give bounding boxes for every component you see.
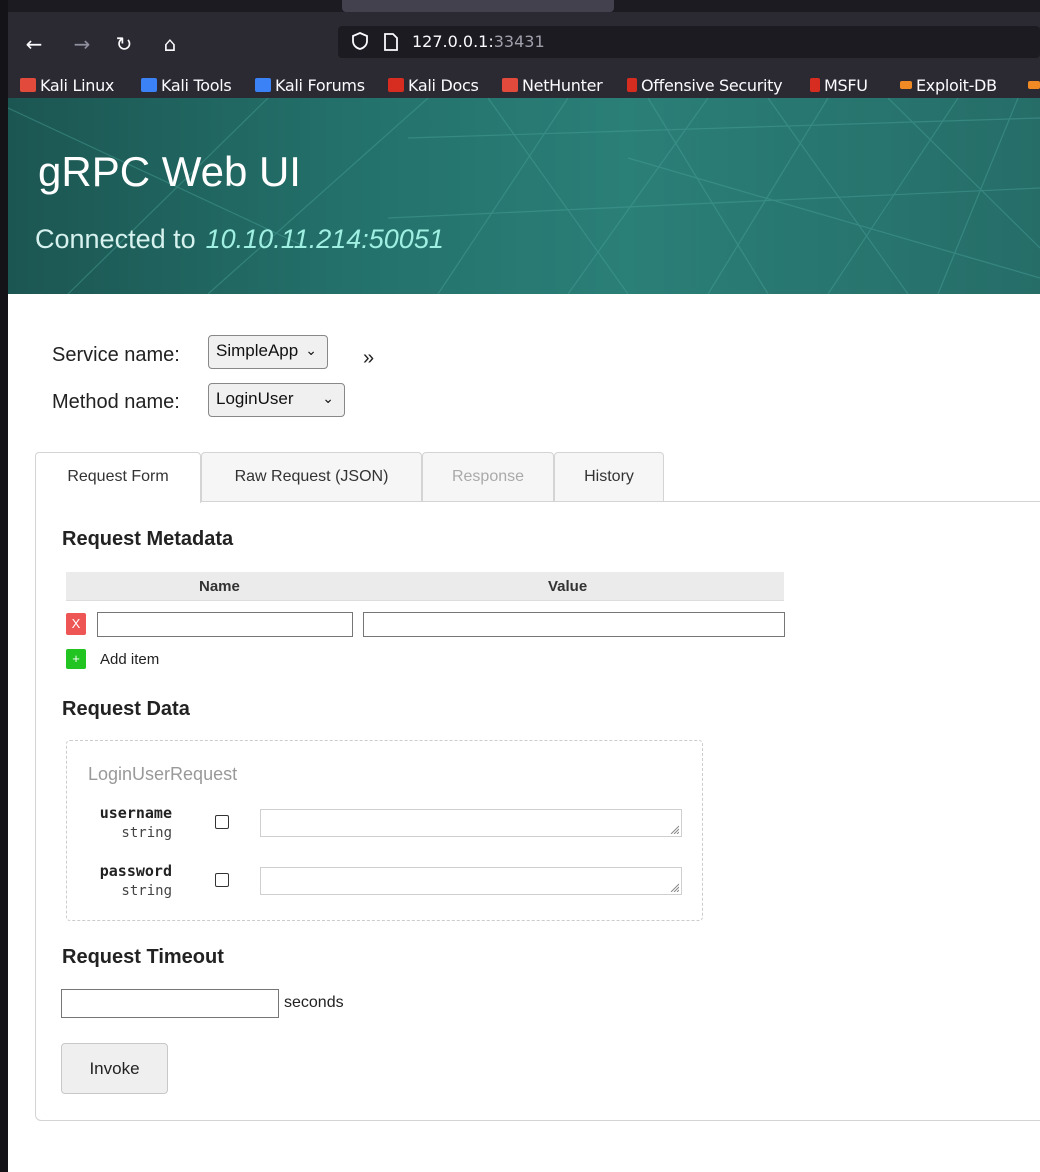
- url-bar[interactable]: 127.0.0.1:33431: [338, 26, 1040, 58]
- service-value: SimpleApp: [216, 341, 299, 360]
- tab-history[interactable]: History: [554, 452, 664, 501]
- metadata-value-input[interactable]: [363, 612, 785, 637]
- header-banner: gRPC Web UI Connected to 10.10.11.214:500…: [8, 98, 1040, 294]
- column-value-header: Value: [548, 578, 588, 595]
- password-textarea[interactable]: [260, 867, 682, 895]
- forward-arrow-icon[interactable]: →: [68, 30, 96, 58]
- field-password-type: string: [121, 883, 172, 899]
- bookmark-overflow-icon[interactable]: [1028, 76, 1040, 94]
- bookmark-nethunter[interactable]: NetHunter: [502, 76, 603, 95]
- request-metadata-heading: Request Metadata: [62, 528, 234, 550]
- tab-request-form[interactable]: Request Form: [35, 452, 201, 503]
- field-username-name: username: [99, 804, 172, 822]
- add-item-button[interactable]: +: [66, 649, 86, 669]
- metadata-name-input[interactable]: [97, 612, 353, 637]
- bookmark-label: Kali Docs: [408, 76, 479, 95]
- method-label: Method name:: [52, 391, 180, 413]
- connection-status: Connected to 10.10.11.214:50051: [35, 224, 444, 255]
- service-select[interactable]: SimpleApp ⌄: [208, 335, 328, 369]
- bookmark-kali-docs[interactable]: Kali Docs: [388, 76, 479, 95]
- kali-linux-icon: [20, 78, 36, 92]
- window-edge: [0, 0, 8, 1172]
- bookmark-label: Kali Linux: [40, 76, 115, 95]
- nethunter-icon: [502, 78, 518, 92]
- url-host: 127.0.0.1:: [412, 32, 494, 51]
- tab-raw-request[interactable]: Raw Request (JSON): [201, 452, 422, 501]
- tab-strip: [8, 0, 1040, 12]
- bookmark-msfu[interactable]: MSFU: [810, 76, 868, 95]
- add-item-label: Add item: [100, 651, 160, 668]
- bookmark-label: NetHunter: [522, 76, 603, 95]
- page-info-icon[interactable]: [382, 32, 400, 52]
- kali-docs-icon: [388, 78, 404, 92]
- msfu-icon: [810, 78, 820, 92]
- exploit-db-icon: [900, 81, 912, 89]
- web-page: gRPC Web UI Connected to 10.10.11.214:500…: [8, 98, 1040, 1172]
- message-type-name: LoginUserRequest: [88, 764, 238, 784]
- resize-grip-icon[interactable]: [669, 824, 679, 834]
- server-address: 10.10.11.214:50051: [205, 224, 444, 254]
- bookmark-label: Offensive Security: [641, 76, 783, 95]
- timeout-input[interactable]: [61, 989, 279, 1018]
- navigation-bar: ← → ↻ ⌂ 127.0.0.1:33431: [8, 12, 1040, 72]
- offsec-icon: [627, 78, 637, 92]
- app-title: gRPC Web UI: [38, 148, 301, 195]
- request-data-heading: Request Data: [62, 698, 190, 720]
- url-port: 33431: [493, 32, 545, 51]
- invoke-button[interactable]: Invoke: [61, 1043, 168, 1094]
- service-label: Service name:: [52, 344, 180, 366]
- method-select[interactable]: LoginUser ⌄: [208, 383, 345, 417]
- chevron-down-icon: ⌄: [322, 390, 334, 406]
- resize-grip-icon[interactable]: [669, 882, 679, 892]
- bookmark-kali-forums[interactable]: Kali Forums: [255, 76, 365, 95]
- active-tab[interactable]: [342, 0, 614, 12]
- connected-label: Connected to: [35, 224, 196, 254]
- reload-icon[interactable]: ↻: [110, 30, 138, 58]
- bookmark-kali-linux[interactable]: Kali Linux: [20, 76, 115, 95]
- url-text[interactable]: 127.0.0.1:33431: [412, 32, 545, 51]
- password-null-checkbox[interactable]: [215, 873, 229, 887]
- username-textarea[interactable]: [260, 809, 682, 837]
- bookmark-kali-tools[interactable]: Kali Tools: [141, 76, 232, 95]
- column-name-header: Name: [199, 578, 240, 595]
- expand-button[interactable]: »: [363, 347, 374, 370]
- bookmark-label: MSFU: [824, 76, 868, 95]
- back-arrow-icon[interactable]: ←: [20, 30, 48, 58]
- method-value: LoginUser: [216, 389, 294, 408]
- tab-response[interactable]: Response: [422, 452, 554, 501]
- metadata-table-header: Name Value: [66, 572, 784, 601]
- shield-icon[interactable]: [350, 31, 370, 51]
- chevron-down-icon: ⌄: [305, 342, 317, 358]
- bookmark-label: Kali Forums: [275, 76, 365, 95]
- bookmark-label: Exploit-DB: [916, 76, 997, 95]
- field-username-type: string: [121, 825, 172, 841]
- timeout-unit-label: seconds: [284, 994, 344, 1011]
- bookmark-label: Kali Tools: [161, 76, 232, 95]
- bookmark-offensive-security[interactable]: Offensive Security: [627, 76, 783, 95]
- kali-tools-icon: [141, 78, 157, 92]
- bookmark-exploit-db[interactable]: Exploit-DB: [900, 76, 997, 95]
- request-timeout-heading: Request Timeout: [62, 946, 224, 968]
- field-password-name: password: [99, 862, 172, 880]
- remove-metadata-button[interactable]: X: [66, 613, 86, 635]
- kali-forums-icon: [255, 78, 271, 92]
- banner-pattern: [8, 98, 1040, 294]
- username-null-checkbox[interactable]: [215, 815, 229, 829]
- home-icon[interactable]: ⌂: [156, 30, 184, 58]
- bookmarks-bar: Kali Linux Kali Tools Kali Forums Kali D…: [8, 72, 1040, 98]
